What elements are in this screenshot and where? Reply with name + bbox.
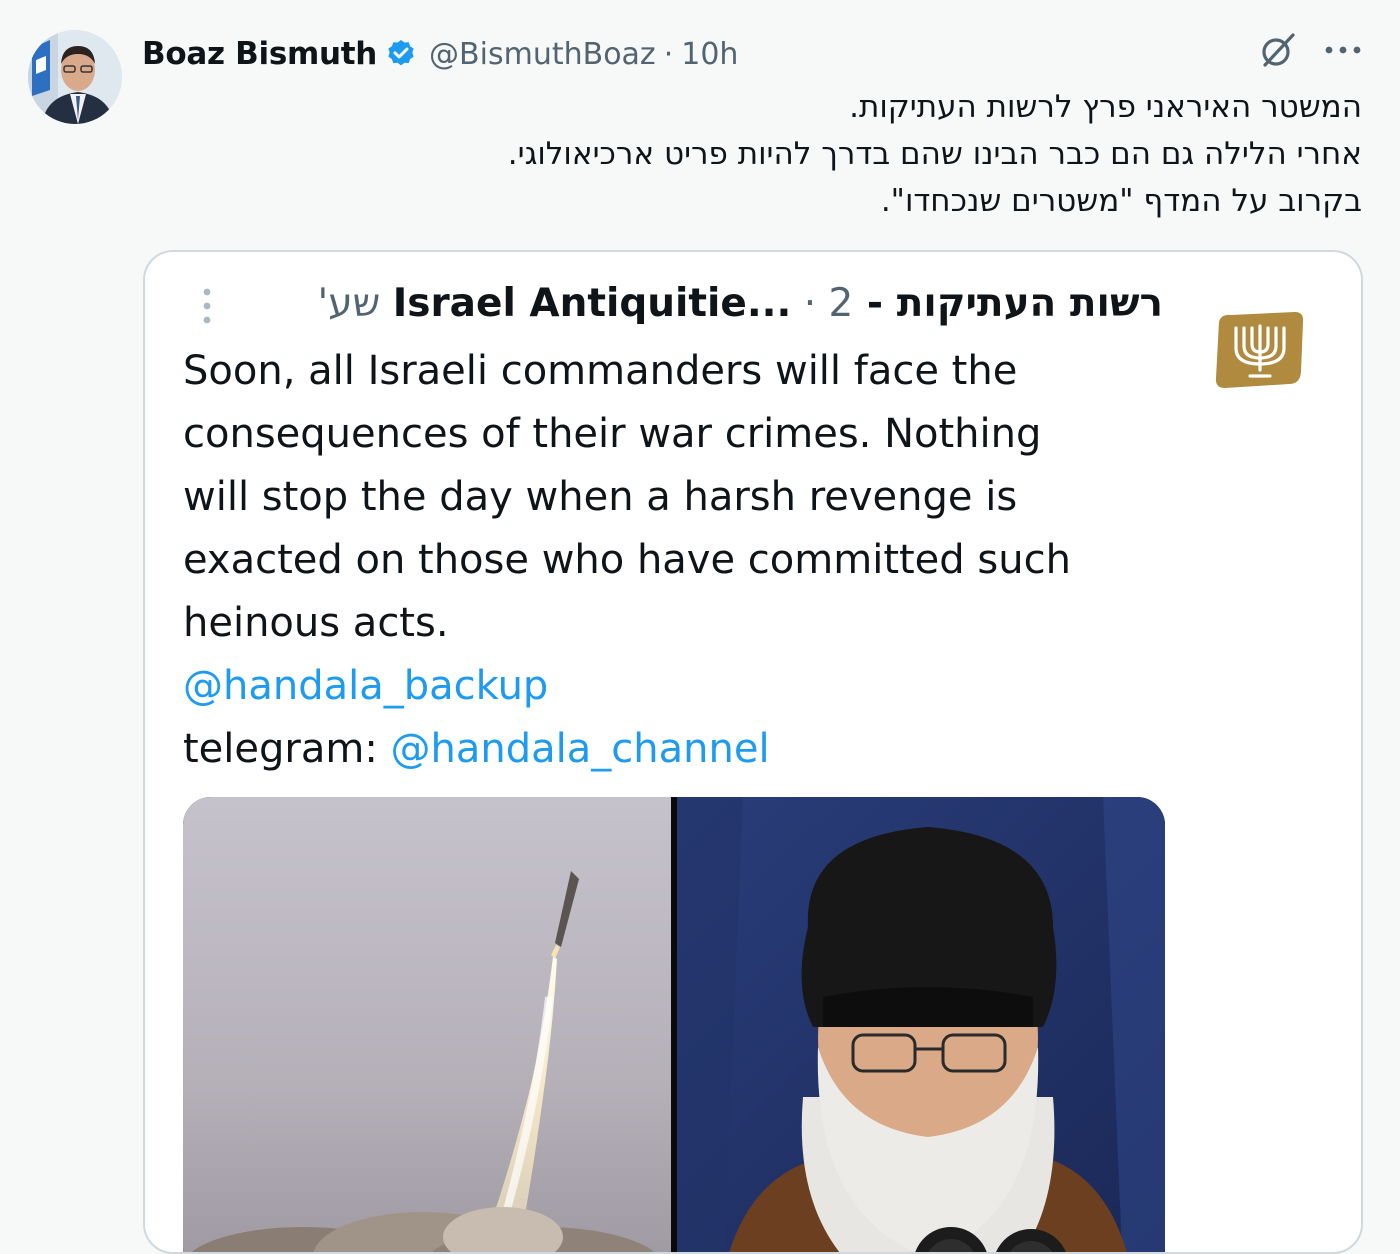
more-vertical-icon[interactable] bbox=[195, 284, 219, 328]
tweet-text-line: אחרי הלילה גם הם כבר הבינו שהם בדרך להיו… bbox=[507, 136, 1362, 172]
tweet-text: המשטר האיראני פרץ לרשות העתיקות. אחרי הל… bbox=[162, 84, 1362, 225]
mention-link-handala-channel[interactable]: @handala_channel bbox=[391, 726, 770, 772]
quoted-media[interactable] bbox=[183, 797, 1165, 1252]
quoted-text-line: exacted on those who have committed such bbox=[183, 537, 1071, 583]
telegram-label: telegram: bbox=[183, 726, 391, 772]
quoted-tweet[interactable]: רשות העתיקות - Israel Antiquitie... · 2 … bbox=[143, 250, 1363, 1254]
menorah-logo-icon[interactable] bbox=[1211, 310, 1307, 390]
quoted-text-line: will stop the day when a harsh revenge i… bbox=[183, 474, 1018, 520]
missile-launch-image bbox=[183, 797, 671, 1252]
header-separator: · bbox=[663, 36, 674, 72]
telegram-line: telegram: @handala_channel bbox=[183, 718, 1163, 781]
avatar[interactable] bbox=[28, 30, 122, 124]
verified-badge-icon bbox=[385, 38, 417, 70]
quoted-tweet-text: Soon, all Israeli commanders will face t… bbox=[183, 340, 1163, 781]
quoted-tweet-header: רשות העתיקות - Israel Antiquitie... · 2 … bbox=[145, 272, 1361, 332]
cleric-portrait-image bbox=[677, 797, 1165, 1252]
avatar-photo bbox=[28, 30, 122, 124]
quoted-author-name[interactable]: רשות העתיקות - Israel Antiquitie... bbox=[393, 281, 1163, 326]
tweet-header: Boaz Bismuth @BismuthBoaz · 10h bbox=[142, 28, 738, 80]
tweet: Boaz Bismuth @BismuthBoaz · 10h המשטר הא… bbox=[0, 0, 1400, 1254]
mention-line: @handala_backup bbox=[183, 655, 1163, 718]
media-divider bbox=[671, 797, 677, 1252]
author-name[interactable]: Boaz Bismuth bbox=[142, 36, 377, 72]
quoted-tweet-title: רשות העתיקות - Israel Antiquitie... · 2 … bbox=[318, 276, 1163, 332]
tweet-actions bbox=[1258, 30, 1362, 70]
author-handle[interactable]: @BismuthBoaz bbox=[429, 37, 656, 72]
tweet-text-line: המשטר האיראני פרץ לרשות העתיקות. bbox=[849, 89, 1362, 125]
quoted-text-line: Soon, all Israeli commanders will face t… bbox=[183, 348, 1018, 394]
tweet-text-line: בקרוב על המדף "משטרים שנכחדו". bbox=[880, 183, 1362, 219]
mention-link-handala-backup[interactable]: @handala_backup bbox=[183, 663, 548, 709]
more-horizontal-icon[interactable] bbox=[1324, 44, 1362, 56]
quoted-text-line: consequences of their war crimes. Nothin… bbox=[183, 411, 1042, 457]
quoted-separator: · bbox=[803, 281, 817, 326]
grok-icon[interactable] bbox=[1258, 30, 1298, 70]
tweet-timestamp[interactable]: 10h bbox=[681, 37, 738, 72]
quoted-text-line: heinous acts. bbox=[183, 600, 449, 646]
